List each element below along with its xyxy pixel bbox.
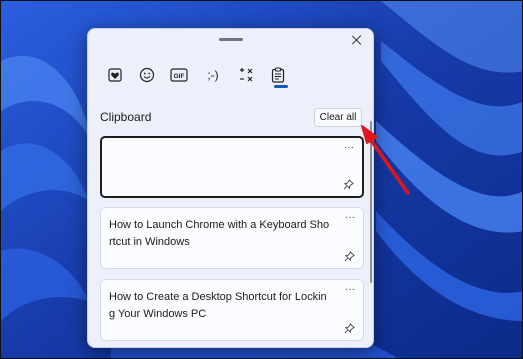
tab-clipboard[interactable] <box>265 65 291 85</box>
smiley-icon <box>139 67 155 83</box>
svg-text:GIF: GIF <box>174 73 185 80</box>
more-options-icon[interactable]: ··· <box>344 142 354 153</box>
clipboard-item[interactable]: ··· <box>100 136 364 198</box>
tab-gif[interactable]: GIF <box>166 65 192 85</box>
kaomoji-icon: ;-) <box>207 68 219 82</box>
tab-emoji[interactable] <box>134 65 160 85</box>
close-icon[interactable] <box>349 33 365 49</box>
clipboard-history-panel: GIF ;-) Clipboard Clear all ··· How to L… <box>87 28 374 348</box>
more-options-icon[interactable]: ··· <box>345 212 355 223</box>
active-tab-indicator <box>274 85 288 88</box>
category-tabs: GIF ;-) <box>102 65 292 89</box>
gif-icon: GIF <box>170 68 188 82</box>
clipboard-item-text: How to Create a Desktop Shortcut for Loc… <box>109 291 327 320</box>
clear-all-button[interactable]: Clear all <box>314 108 362 127</box>
tab-favorites[interactable] <box>102 65 128 85</box>
tab-symbols[interactable] <box>233 65 259 85</box>
heart-icon <box>108 68 122 82</box>
section-title: Clipboard <box>100 110 152 124</box>
tab-kaomoji[interactable]: ;-) <box>200 65 226 85</box>
pin-icon[interactable] <box>344 251 355 262</box>
pin-icon[interactable] <box>344 323 355 334</box>
clipboard-item[interactable]: How to Create a Desktop Shortcut for Loc… <box>100 279 364 341</box>
more-options-icon[interactable]: ··· <box>345 284 355 295</box>
clipboard-item-text: How to Launch Chrome with a Keyboard Sho… <box>109 219 330 248</box>
scrollbar[interactable] <box>370 121 372 283</box>
drag-handle[interactable] <box>219 38 243 41</box>
pin-icon[interactable] <box>343 179 354 190</box>
symbols-icon <box>240 68 253 82</box>
clipboard-icon <box>271 67 285 83</box>
clipboard-item[interactable]: How to Launch Chrome with a Keyboard Sho… <box>100 207 364 269</box>
